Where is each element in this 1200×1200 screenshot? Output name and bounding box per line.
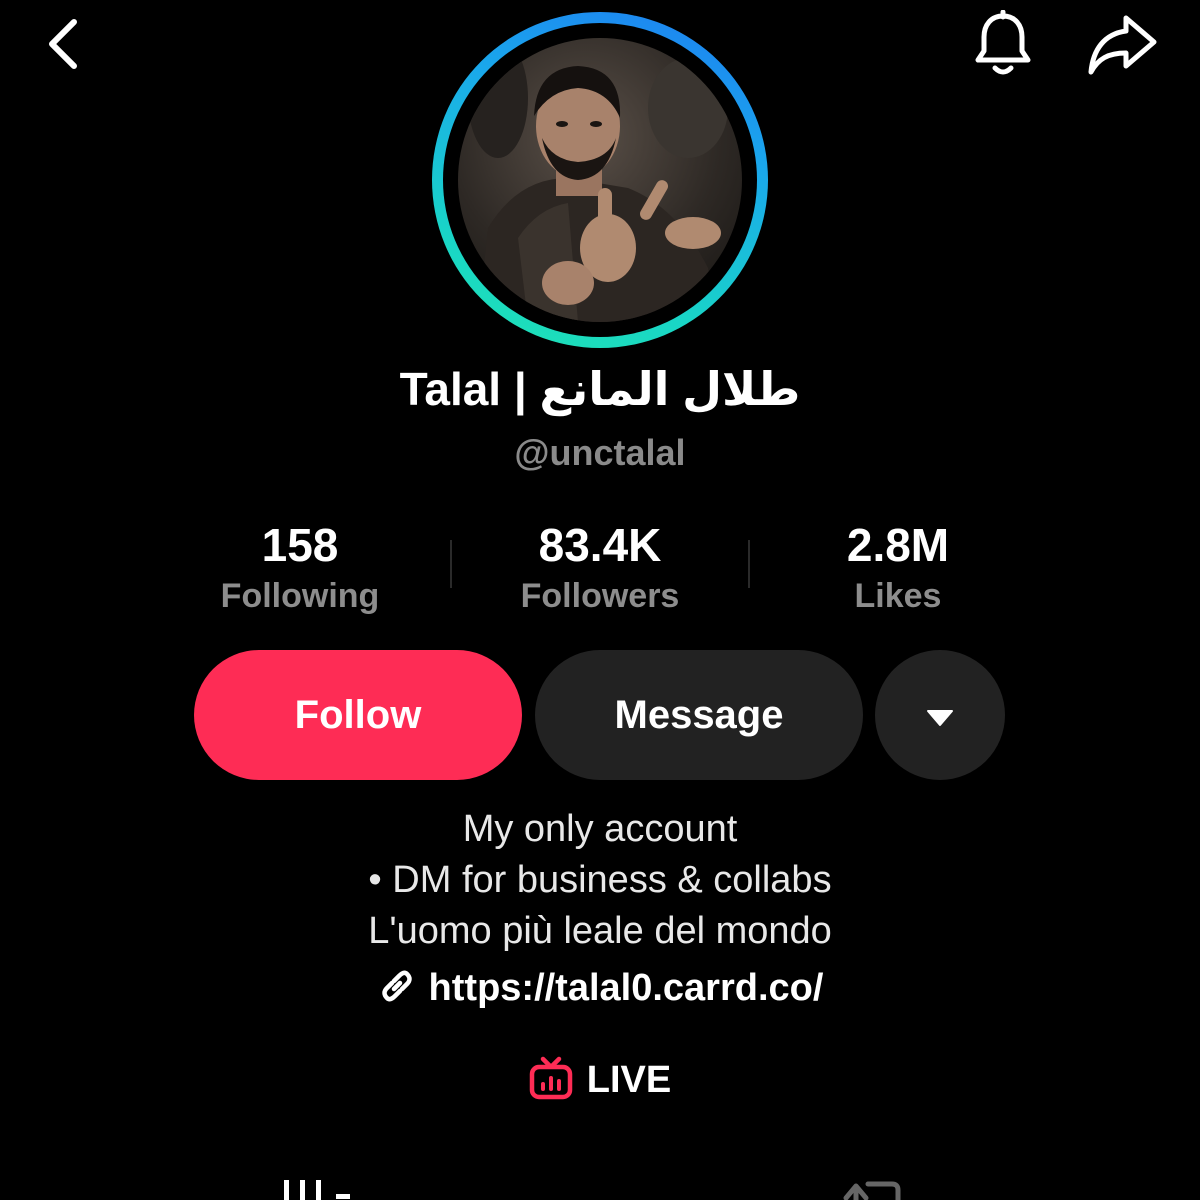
followers-count: 83.4K xyxy=(538,519,662,571)
tab-videos[interactable] xyxy=(278,1174,378,1200)
following-label: Following xyxy=(220,577,380,615)
follow-button-label: Follow xyxy=(294,692,422,737)
live-events-button[interactable]: LIVE xyxy=(0,1056,1200,1105)
stat-followers[interactable]: 83.4K Followers xyxy=(450,516,750,618)
bio-link-url: https://talal0.carrd.co/ xyxy=(428,967,824,1009)
followers-label: Followers xyxy=(520,577,680,615)
display-name: Talal | طلال المانع xyxy=(399,363,801,415)
username: @unctalal xyxy=(514,432,686,473)
avatar[interactable] xyxy=(432,12,768,348)
bio-line: • DM for business & collabs xyxy=(368,859,832,901)
stat-following[interactable]: 158 Following xyxy=(150,516,450,618)
likes-label: Likes xyxy=(854,577,942,615)
notification-button[interactable] xyxy=(966,8,1040,84)
message-button-label: Message xyxy=(614,692,784,737)
likes-count: 2.8M xyxy=(846,519,950,571)
message-button[interactable]: Message xyxy=(535,650,863,780)
link-icon xyxy=(377,966,417,1011)
chevron-left-icon xyxy=(42,16,82,77)
share-arrow-icon xyxy=(1086,12,1158,81)
following-count: 158 xyxy=(261,519,339,571)
live-label: LIVE xyxy=(586,1059,672,1101)
back-button[interactable] xyxy=(30,10,94,82)
tab-reposts[interactable] xyxy=(838,1174,908,1200)
bio-link[interactable]: https://talal0.carrd.co/ xyxy=(0,966,1200,1011)
bell-icon xyxy=(971,9,1035,83)
stat-likes[interactable]: 2.8M Likes xyxy=(748,516,1048,618)
profile-photo xyxy=(458,38,742,322)
follow-button[interactable]: Follow xyxy=(194,650,522,780)
share-button[interactable] xyxy=(1082,8,1162,84)
caret-down-icon xyxy=(926,693,954,738)
suggested-accounts-button[interactable] xyxy=(875,650,1005,780)
bio-line: My only account xyxy=(462,808,738,850)
live-tv-icon xyxy=(529,1056,573,1105)
bio-line: L'uomo più leale del mondo xyxy=(368,910,832,952)
